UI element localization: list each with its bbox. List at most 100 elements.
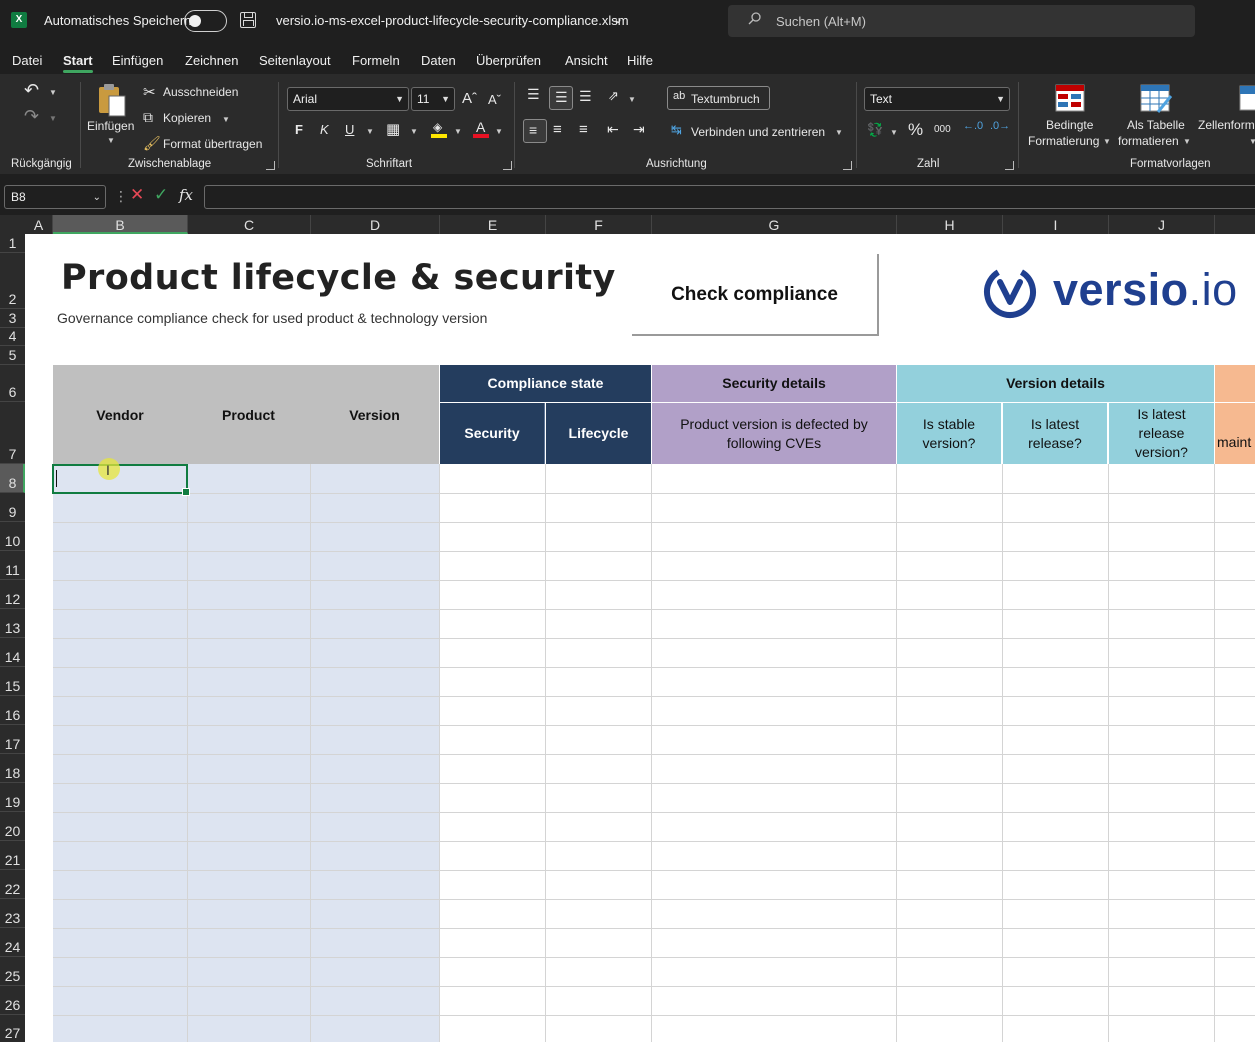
chevron-down-icon[interactable]: ▼ (890, 128, 898, 137)
worksheet[interactable]: Product lifecycle & security Governance … (25, 234, 1255, 1042)
search-input[interactable]: Suchen (Alt+M) (776, 14, 866, 29)
column-header[interactable]: C (188, 215, 311, 234)
chevron-down-icon[interactable]: ⌄ (613, 12, 623, 26)
chevron-down-icon[interactable]: ▼ (49, 114, 57, 123)
dialog-launcher-icon[interactable] (843, 161, 852, 170)
check-compliance-button[interactable]: Check compliance (632, 254, 879, 336)
paste-icon[interactable] (97, 82, 127, 118)
format-as-table-label-1[interactable]: Als Tabelle (1127, 118, 1185, 132)
number-format-select[interactable]: Text ▼ (864, 87, 1010, 111)
column-header[interactable]: B (53, 215, 188, 234)
row-header[interactable]: 8 (0, 464, 25, 493)
font-size-select[interactable]: 11 ▼ (411, 87, 455, 111)
chevron-down-icon[interactable]: ▼ (49, 88, 57, 97)
font-color-icon[interactable]: A (473, 119, 489, 138)
column-header[interactable]: F (546, 215, 652, 234)
dialog-launcher-icon[interactable] (266, 161, 275, 170)
chevron-down-icon[interactable]: ▼ (222, 115, 230, 124)
active-cell-b8[interactable] (52, 464, 190, 496)
cancel-icon[interactable]: ✕ (130, 185, 144, 205)
file-name[interactable]: versio.io-ms-excel-product-lifecycle-sec… (276, 13, 629, 28)
menu-hilfe[interactable]: Hilfe (627, 53, 653, 68)
row-header[interactable]: 2 (0, 253, 25, 309)
increase-decimal-icon[interactable]: ←.0 (963, 120, 983, 132)
row-header[interactable]: 6 (0, 365, 25, 402)
insert-function-icon[interactable]: fx (179, 186, 193, 204)
menu-datei[interactable]: Datei (12, 53, 42, 68)
column-header[interactable]: D (311, 215, 440, 234)
border-icon[interactable]: ▦ (386, 120, 400, 138)
underline-button[interactable]: U (345, 122, 354, 137)
column-header[interactable]: E (440, 215, 546, 234)
paste-button[interactable]: Einfügen (87, 119, 134, 133)
row-header[interactable]: 13 (0, 609, 25, 638)
row-header[interactable]: 24 (0, 928, 25, 957)
menu-formeln[interactable]: Formeln (352, 53, 400, 68)
row-header[interactable]: 27 (0, 1015, 25, 1042)
column-header[interactable]: J (1109, 215, 1215, 234)
thousands-button[interactable]: 000 (934, 124, 951, 135)
column-header[interactable] (1215, 215, 1255, 234)
column-header[interactable]: G (652, 215, 897, 234)
cut-button[interactable]: Ausschneiden (163, 85, 238, 99)
format-as-table-icon[interactable] (1140, 84, 1172, 114)
align-middle-icon[interactable]: ☰ (549, 86, 573, 110)
menu-seitenlayout[interactable]: Seitenlayout (259, 53, 331, 68)
orientation-icon[interactable]: ⇗ (608, 88, 619, 104)
align-top-icon[interactable]: ☰ (527, 86, 540, 103)
row-header[interactable]: 9 (0, 493, 25, 522)
align-bottom-icon[interactable]: ☰ (579, 88, 592, 105)
row-header[interactable]: 11 (0, 551, 25, 580)
format-painter-icon[interactable]: 🖌 (143, 135, 161, 152)
percent-button[interactable]: % (908, 120, 923, 140)
bold-button[interactable]: F (295, 122, 303, 137)
chevron-down-icon[interactable]: ▼ (628, 95, 636, 104)
copy-icon[interactable]: ⧉ (143, 109, 153, 126)
menu-ansicht[interactable]: Ansicht (565, 53, 608, 68)
chevron-down-icon[interactable]: ▼ (1103, 137, 1111, 146)
row-header[interactable]: 12 (0, 580, 25, 609)
fill-color-icon[interactable]: ◈ (431, 120, 447, 138)
row-header[interactable]: 18 (0, 754, 25, 783)
merge-center-button[interactable]: Verbinden und zentrieren (691, 125, 825, 139)
row-header[interactable]: 15 (0, 667, 25, 696)
menu-einfuegen[interactable]: Einfügen (112, 53, 163, 68)
column-header[interactable]: H (897, 215, 1003, 234)
formula-input[interactable] (204, 185, 1255, 209)
row-header[interactable]: 26 (0, 986, 25, 1015)
dialog-launcher-icon[interactable] (503, 161, 512, 170)
chevron-down-icon[interactable]: ▼ (1183, 137, 1191, 146)
wrap-text-button[interactable]: ab Textumbruch (667, 86, 770, 110)
column-header[interactable]: I (1003, 215, 1109, 234)
row-header[interactable]: 5 (0, 346, 25, 365)
chevron-down-icon[interactable]: ▼ (107, 136, 115, 145)
cell-styles-icon[interactable] (1239, 84, 1255, 114)
conditional-formatting-label-2[interactable]: Formatierung (1028, 134, 1099, 148)
row-header[interactable]: 17 (0, 725, 25, 754)
row-header[interactable]: 16 (0, 696, 25, 725)
menu-ueberpruefen[interactable]: Überprüfen (476, 53, 541, 68)
align-left-icon[interactable]: ≡ (523, 119, 547, 143)
scissors-icon[interactable]: ✂ (143, 83, 156, 101)
row-header[interactable]: 3 (0, 309, 25, 328)
dialog-launcher-icon[interactable] (1005, 161, 1014, 170)
row-header[interactable]: 14 (0, 638, 25, 667)
italic-button[interactable]: K (320, 122, 329, 137)
name-box[interactable]: B8 ⌄ (4, 185, 106, 209)
format-painter-button[interactable]: Format übertragen (163, 137, 262, 151)
autosave-toggle[interactable] (184, 10, 227, 32)
grow-font-icon[interactable]: Aˆ (462, 90, 477, 107)
menu-daten[interactable]: Daten (421, 53, 456, 68)
menu-start[interactable]: Start (63, 53, 93, 73)
chevron-down-icon[interactable]: ▼ (410, 127, 418, 136)
font-name-select[interactable]: Arial ▼ (287, 87, 409, 111)
row-header[interactable]: 4 (0, 328, 25, 346)
row-header[interactable]: 7 (0, 402, 25, 464)
shrink-font-icon[interactable]: Aˇ (488, 92, 501, 107)
increase-indent-icon[interactable]: ⇥ (633, 121, 645, 138)
format-as-table-label-2[interactable]: formatieren (1118, 134, 1179, 148)
conditional-formatting-label-1[interactable]: Bedingte (1046, 118, 1093, 132)
enter-icon[interactable]: ✓ (154, 185, 168, 205)
chevron-down-icon[interactable]: ▼ (454, 127, 462, 136)
row-header[interactable]: 19 (0, 783, 25, 812)
